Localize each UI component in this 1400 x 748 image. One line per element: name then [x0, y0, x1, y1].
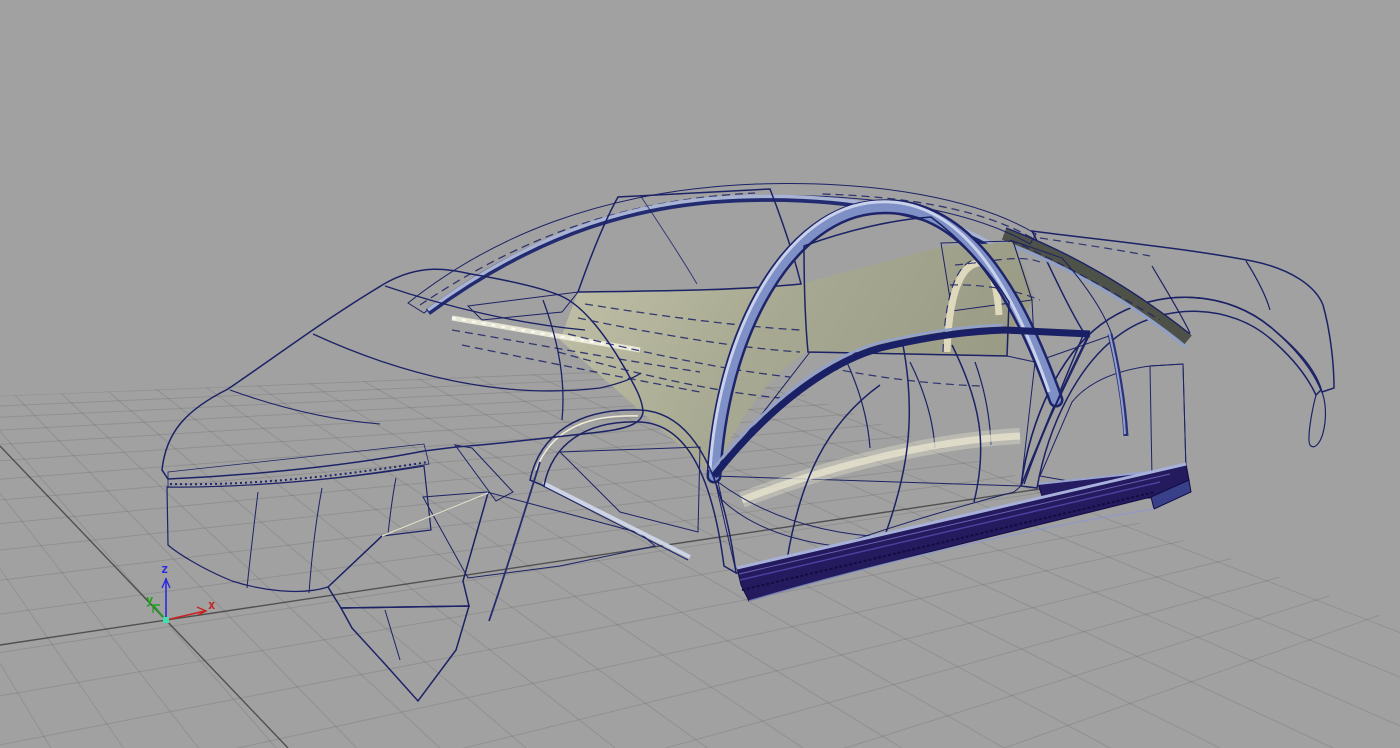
origin-marker	[163, 617, 169, 623]
z-axis-label: z	[161, 562, 168, 576]
x-axis-label: x	[208, 598, 215, 612]
y-axis-label: y	[146, 593, 153, 607]
cad-viewport[interactable]: z x y	[0, 0, 1400, 748]
viewport-canvas[interactable]: z x y	[0, 0, 1400, 748]
